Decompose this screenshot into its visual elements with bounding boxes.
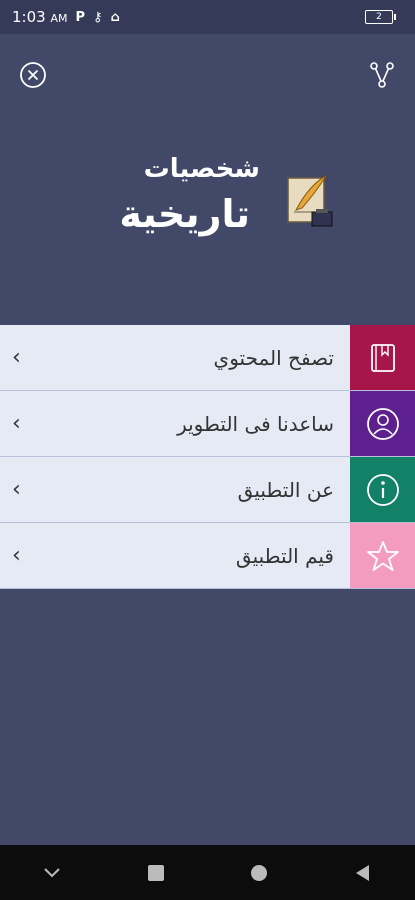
menu-item-label: عن التطبيق [237,477,334,502]
nav-back-button[interactable] [343,853,383,893]
chevron-left-icon: ‹ [12,476,21,502]
info-icon [366,473,399,506]
status-time: 1:03 AM [12,8,67,26]
app-logo: شخصيات تاريخية [70,150,350,250]
main-menu: ‹ تصفح المحتوي ‹ ساعدنا فى التطوير ‹ عن … [0,325,415,589]
menu-icon-box [350,325,415,390]
status-left: 1:03 AM P ⚷ ⌂ [12,8,120,26]
battery-level: 2 [376,12,382,22]
menu-item-body: ‹ قيم التطبيق [0,523,350,588]
menu-item-browse[interactable]: ‹ تصفح المحتوي [0,325,415,391]
battery-icon: 2 [365,10,396,24]
system-nav-bar [0,845,415,900]
logo-title-line1: شخصيات [143,154,260,184]
menu-item-label: تصفح المحتوي [213,345,334,370]
logo-title-line2: تاريخية [119,192,250,236]
menu-icon-box [350,457,415,522]
nav-home-button[interactable] [239,853,279,893]
back-icon [356,864,370,881]
time-text: 1:03 [12,8,46,26]
signal-icon: ⌂ [110,9,120,25]
menu-item-body: ‹ تصفح المحتوي [0,325,350,390]
status-bar: 1:03 AM P ⚷ ⌂ 2 [0,0,415,34]
nav-recents-button[interactable] [136,853,176,893]
menu-item-body: ‹ ساعدنا فى التطوير [0,391,350,456]
key-icon: ⚷ [93,9,103,25]
nav-down-button[interactable] [32,853,72,893]
share-icon [370,62,394,88]
book-icon [370,343,395,372]
menu-item-rate[interactable]: ‹ قيم التطبيق [0,523,415,589]
menu-icon-box [350,391,415,456]
chevron-left-icon: ‹ [12,410,21,436]
menu-item-label: قيم التطبيق [235,543,334,568]
close-icon [20,62,46,88]
menu-item-label: ساعدنا فى التطوير [177,411,334,436]
chevron-down-icon [44,867,60,877]
chevron-left-icon: ‹ [12,542,21,568]
user-icon [366,407,399,440]
chevron-left-icon: ‹ [12,344,21,370]
menu-item-about[interactable]: ‹ عن التطبيق [0,457,415,523]
home-icon [251,864,268,881]
close-button[interactable] [18,60,48,90]
menu-item-body: ‹ عن التطبيق [0,457,350,522]
quill-scroll-icon [287,174,333,227]
parking-icon: P [75,9,86,25]
star-icon [366,540,399,571]
menu-icon-box [350,523,415,588]
menu-item-help-develop[interactable]: ‹ ساعدنا فى التطوير [0,391,415,457]
ampm-text: AM [50,12,68,25]
share-button[interactable] [367,60,397,90]
recents-icon [147,864,164,881]
